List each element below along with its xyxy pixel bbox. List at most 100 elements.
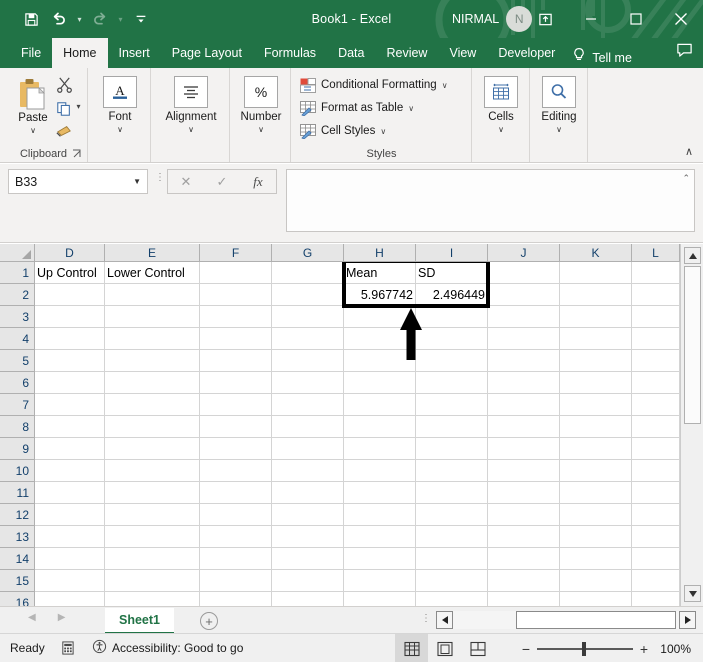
macro-record-icon[interactable]	[60, 641, 75, 655]
insert-function-icon[interactable]: fx	[240, 170, 276, 193]
cell-D1[interactable]: Up Control	[35, 262, 105, 283]
alignment-dropdown-caret[interactable]: ∨	[188, 125, 194, 135]
maximize-icon[interactable]	[613, 0, 658, 38]
confirm-edit-icon[interactable]: ✓	[204, 170, 240, 193]
accessibility-status[interactable]: Accessibility: Good to go	[92, 639, 243, 657]
vertical-scroll-thumb[interactable]	[684, 266, 701, 424]
number-button[interactable]: % Number ∨	[239, 76, 283, 135]
page-break-preview-button[interactable]	[461, 634, 494, 662]
cell-E1[interactable]: Lower Control	[105, 262, 200, 283]
format-painter-icon[interactable]	[52, 120, 76, 141]
redo-icon[interactable]	[87, 6, 113, 32]
editing-dropdown-caret[interactable]: ∨	[556, 125, 562, 135]
column-header-F[interactable]: F	[200, 244, 272, 262]
row-header-7[interactable]: 7	[0, 394, 35, 416]
cell-styles-button[interactable]: Cell Styles ∨	[300, 123, 386, 139]
row-header-15[interactable]: 15	[0, 570, 35, 592]
cells-dropdown-caret[interactable]: ∨	[498, 125, 504, 135]
tell-me-search[interactable]: Tell me	[572, 47, 632, 68]
conditional-formatting-button[interactable]: Conditional Formatting ∨	[300, 77, 448, 93]
horizontal-scroll-thumb[interactable]	[516, 611, 676, 629]
tab-file[interactable]: File	[10, 38, 52, 68]
ribbon-display-options-icon[interactable]	[523, 0, 568, 38]
zoom-out-button[interactable]: −	[515, 641, 537, 657]
row-header-1[interactable]: 1	[0, 262, 35, 284]
editing-button[interactable]: Editing ∨	[537, 76, 581, 135]
cut-icon[interactable]	[52, 74, 76, 95]
cell-I1[interactable]: SD	[416, 262, 488, 283]
tab-review[interactable]: Review	[375, 38, 438, 68]
account-area[interactable]: NIRMAL N	[452, 0, 533, 38]
tab-data[interactable]: Data	[327, 38, 375, 68]
expand-formula-bar-icon[interactable]: ⌃	[682, 173, 690, 184]
zoom-slider-thumb[interactable]	[582, 641, 586, 656]
select-all-corner[interactable]	[0, 244, 35, 262]
number-dropdown-caret[interactable]: ∨	[258, 125, 264, 135]
row-header-9[interactable]: 9	[0, 438, 35, 460]
zoom-percentage[interactable]: 100%	[655, 642, 695, 656]
font-dropdown-caret[interactable]: ∨	[117, 125, 123, 135]
save-icon[interactable]	[18, 6, 44, 32]
cell-H1[interactable]: Mean	[344, 262, 416, 283]
cells-button[interactable]: Cells ∨	[481, 76, 521, 135]
clipboard-dialog-launcher[interactable]	[71, 148, 82, 159]
column-header-E[interactable]: E	[105, 244, 200, 262]
column-header-G[interactable]: G	[272, 244, 344, 262]
conditional-formatting-caret[interactable]: ∨	[442, 81, 448, 90]
paste-button[interactable]: Paste ∨	[10, 76, 56, 136]
cancel-edit-icon[interactable]: ✕	[168, 170, 204, 193]
normal-view-button[interactable]	[395, 634, 428, 662]
copy-dropdown-caret[interactable]: ▾	[73, 102, 84, 111]
tab-view[interactable]: View	[438, 38, 487, 68]
minimize-icon[interactable]	[568, 0, 613, 38]
column-header-D[interactable]: D	[35, 244, 105, 262]
customize-quick-access-toolbar-icon[interactable]	[128, 6, 154, 32]
column-header-I[interactable]: I	[416, 244, 488, 262]
horizontal-scrollbar[interactable]	[436, 611, 696, 629]
cell-styles-caret[interactable]: ∨	[380, 127, 386, 136]
formula-bar-grip[interactable]: ⋮	[155, 173, 165, 183]
column-header-J[interactable]: J	[488, 244, 560, 262]
next-sheet-icon[interactable]: ▶	[58, 612, 66, 623]
page-layout-view-button[interactable]	[428, 634, 461, 662]
row-header-2[interactable]: 2	[0, 284, 35, 306]
grid-cells-area[interactable]: Up Control Lower Control Mean SD 5.967742 2.4…	[35, 262, 680, 606]
sheet-tab-sheet1[interactable]: Sheet1	[105, 608, 174, 634]
tab-page-layout[interactable]: Page Layout	[161, 38, 253, 68]
row-header-14[interactable]: 14	[0, 548, 35, 570]
zoom-slider[interactable]	[537, 641, 633, 656]
column-header-K[interactable]: K	[560, 244, 632, 262]
row-header-3[interactable]: 3	[0, 306, 35, 328]
cell-H2[interactable]: 5.967742	[344, 284, 416, 305]
cell-I2[interactable]: 2.496449	[416, 284, 488, 305]
scroll-right-arrow-icon[interactable]	[679, 611, 696, 629]
tab-formulas[interactable]: Formulas	[253, 38, 327, 68]
format-as-table-button[interactable]: Format as Table ∨	[300, 100, 414, 116]
zoom-in-button[interactable]: +	[633, 641, 655, 657]
collapse-ribbon-button[interactable]: ∧	[685, 145, 693, 158]
format-as-table-caret[interactable]: ∨	[408, 104, 414, 113]
horizontal-scroll-grip[interactable]: ⋮	[421, 614, 431, 624]
name-box[interactable]: B33 ▼	[8, 169, 148, 194]
redo-dropdown-caret[interactable]: ▾	[115, 15, 126, 24]
close-icon[interactable]	[658, 0, 703, 38]
font-button[interactable]: A Font ∨	[101, 76, 139, 135]
name-box-dropdown-caret[interactable]: ▼	[133, 177, 141, 186]
row-header-6[interactable]: 6	[0, 372, 35, 394]
row-header-11[interactable]: 11	[0, 482, 35, 504]
formula-input[interactable]: ⌃	[286, 169, 695, 232]
row-header-10[interactable]: 10	[0, 460, 35, 482]
row-header-12[interactable]: 12	[0, 504, 35, 526]
tab-developer[interactable]: Developer	[487, 38, 566, 68]
row-header-13[interactable]: 13	[0, 526, 35, 548]
alignment-button[interactable]: Alignment ∨	[165, 76, 217, 135]
scroll-down-arrow-icon[interactable]	[684, 585, 701, 602]
undo-icon[interactable]	[46, 6, 72, 32]
add-sheet-button[interactable]: +	[200, 612, 218, 630]
row-header-4[interactable]: 4	[0, 328, 35, 350]
scroll-up-arrow-icon[interactable]	[684, 247, 701, 264]
tab-insert[interactable]: Insert	[108, 38, 161, 68]
row-header-5[interactable]: 5	[0, 350, 35, 372]
paste-dropdown-caret[interactable]: ∨	[30, 126, 36, 136]
previous-sheet-icon[interactable]: ◀	[28, 612, 36, 623]
